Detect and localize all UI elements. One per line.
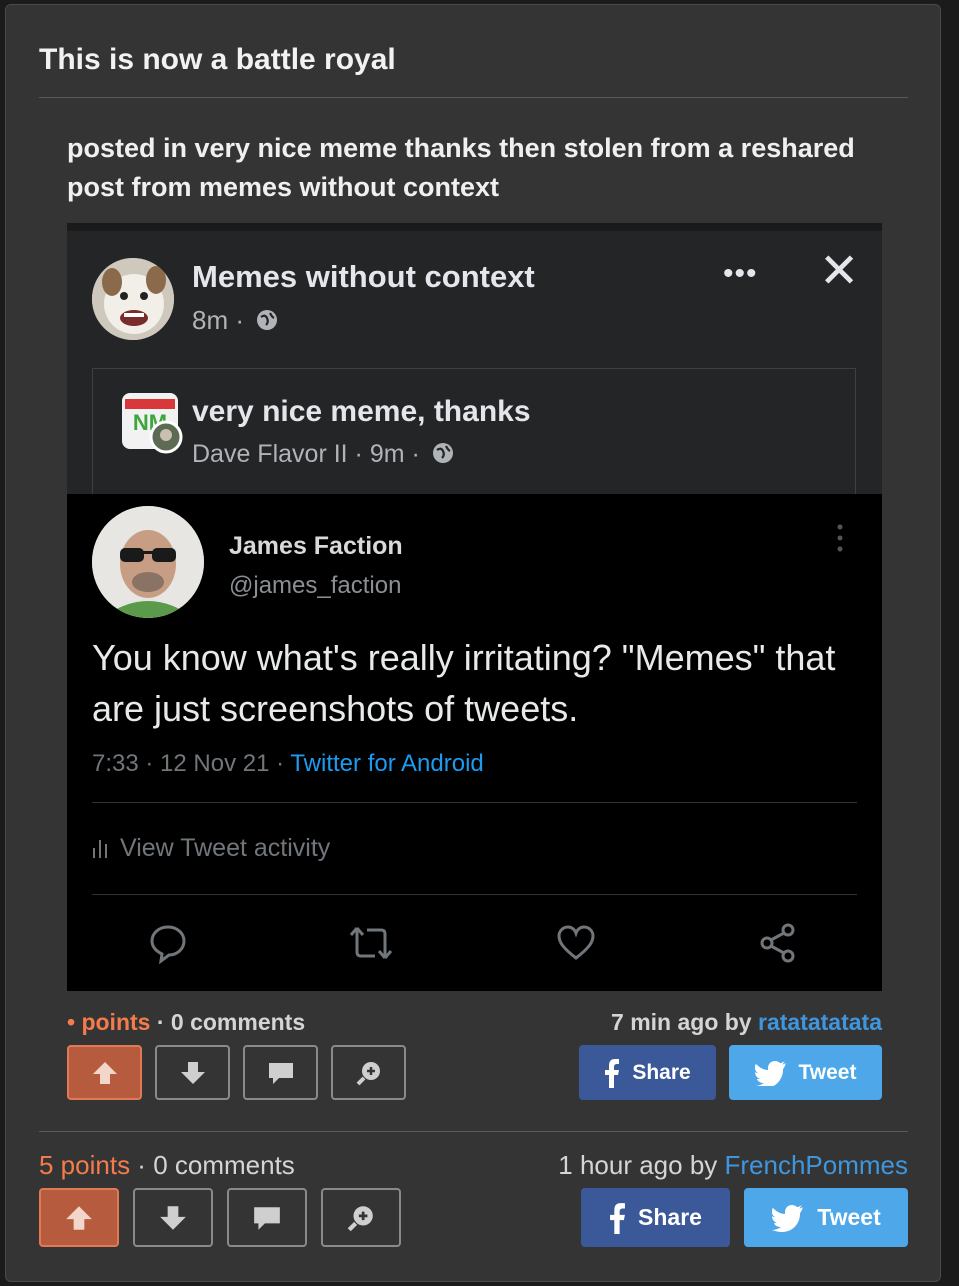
page-name: Memes without context — [192, 259, 535, 294]
close-icon: ✕ — [819, 245, 860, 298]
group-name: very nice meme, thanks — [192, 395, 531, 428]
points-count[interactable]: 5 points — [39, 1150, 130, 1180]
post-title[interactable]: This is now a battle royal — [39, 43, 396, 77]
tweet-screenshot: James Faction @james_faction You know wh… — [67, 494, 882, 991]
share-icon — [760, 923, 795, 963]
inner-post-author: 7 min ago by ratatatatata — [482, 1009, 882, 1036]
arrow-down-icon — [180, 1061, 205, 1084]
inner-twitter-tweet-button: Tweet — [729, 1045, 882, 1100]
post-stats: 5 points · 0 comments — [39, 1150, 295, 1180]
group-meta-text: Dave Flavor II · 9m · — [192, 440, 420, 468]
tweet-more-icon — [837, 524, 843, 557]
upvote-button[interactable] — [39, 1188, 119, 1247]
inner-zoom-button — [331, 1045, 406, 1100]
post-author-line: 1 hour ago by FrenchPommes — [458, 1150, 908, 1181]
post-author-link[interactable]: FrenchPommes — [725, 1150, 909, 1180]
facebook-share-button[interactable]: Share — [581, 1188, 730, 1247]
arrow-up-icon — [66, 1205, 92, 1230]
like-icon — [557, 925, 595, 960]
twitter-icon — [754, 1060, 786, 1086]
inner-comment-button — [243, 1045, 318, 1100]
shared-post-box — [92, 368, 856, 509]
tweet-actions — [67, 922, 882, 972]
group-avatar: NM — [122, 393, 184, 455]
zoom-icon — [356, 1061, 380, 1085]
title-divider — [39, 97, 908, 98]
post-source-text: posted in very nice meme thanks then sto… — [67, 133, 855, 202]
tweet-text: You know what's really irritating? "Meme… — [92, 637, 836, 729]
post-image: Memes without context 8m · ••• ✕ NM very… — [67, 223, 882, 991]
zoom-icon — [347, 1205, 373, 1231]
activity-icon — [93, 840, 107, 858]
tweet-activity-label: View Tweet activity — [120, 834, 331, 862]
inner-facebook-share-button: Share — [579, 1045, 716, 1100]
zoom-button[interactable] — [321, 1188, 401, 1247]
comment-button[interactable] — [227, 1188, 307, 1247]
retweet-icon — [349, 927, 393, 959]
comment-icon — [254, 1206, 280, 1230]
page-meta-text: 8m · — [192, 305, 244, 335]
twitter-tweet-button[interactable]: Tweet — [744, 1188, 908, 1247]
globe-icon — [257, 310, 278, 330]
arrow-up-icon — [92, 1061, 117, 1084]
post-card: This is now a battle royal posted in ver… — [5, 4, 941, 1282]
group-meta: Dave Flavor II · 9m · — [192, 440, 455, 469]
tweet-timestamp: 7:33 · 12 Nov 21 · — [92, 750, 291, 777]
tweet-source: Twitter for Android — [290, 750, 484, 777]
comments-count[interactable]: 0 comments — [153, 1150, 295, 1180]
inner-comments: 0 comments — [170, 1009, 306, 1035]
inner-tweet-label: Tweet — [798, 1060, 857, 1084]
page-avatar — [92, 258, 174, 340]
tweet-meta: 7:33 · 12 Nov 21 · Twitter for Android — [92, 750, 484, 778]
post-footer-divider — [39, 1131, 908, 1132]
tweet-label: Tweet — [817, 1204, 881, 1230]
tweet-author-name: James Faction — [229, 532, 403, 560]
inner-upvote-button — [67, 1045, 142, 1100]
inner-share-label: Share — [632, 1060, 691, 1084]
tweet-avatar — [92, 506, 204, 618]
facebook-icon — [605, 1058, 620, 1088]
inner-user: ratatatatata — [758, 1009, 882, 1035]
arrow-down-icon — [160, 1205, 186, 1230]
globe-icon — [432, 443, 453, 463]
more-options-icon: ••• — [723, 257, 758, 290]
reply-icon — [150, 925, 186, 964]
comment-icon — [268, 1062, 293, 1084]
inner-downvote-button — [155, 1045, 230, 1100]
inner-time: 7 min ago by — [611, 1009, 758, 1035]
share-label: Share — [638, 1204, 702, 1230]
page-meta: 8m · — [192, 305, 279, 336]
facebook-icon — [610, 1202, 625, 1234]
post-time: 1 hour ago by — [558, 1150, 725, 1180]
twitter-icon — [772, 1204, 804, 1232]
tweet-author-handle: @james_faction — [229, 572, 402, 599]
inner-post-stats: • points · 0 comments — [67, 1009, 306, 1035]
inner-points-prefix: • — [67, 1009, 82, 1035]
tweet-activity: View Tweet activity — [92, 834, 330, 863]
downvote-button[interactable] — [133, 1188, 213, 1247]
inner-points: points — [81, 1009, 151, 1035]
